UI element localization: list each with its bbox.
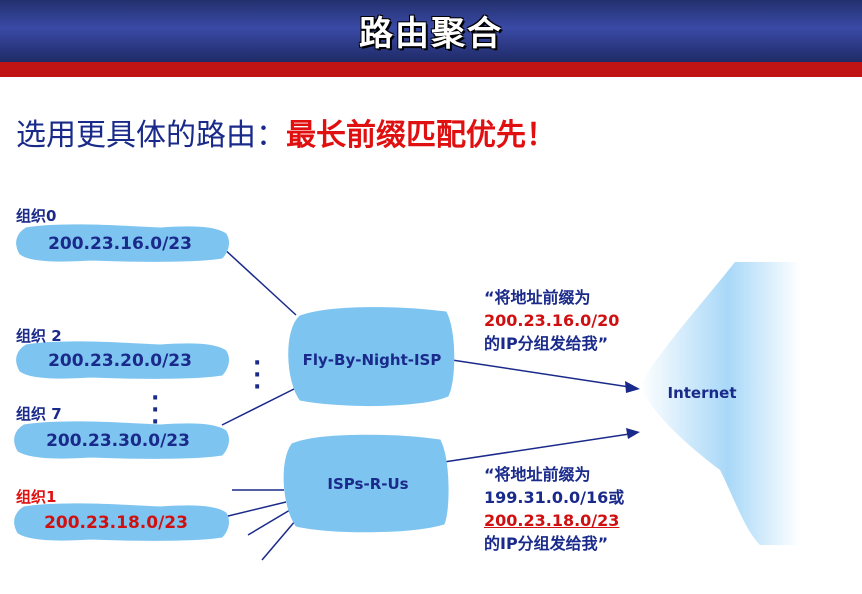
link-org1-rus [223, 501, 287, 518]
link-rus-extra3 [261, 519, 297, 561]
ellipsis-dots-left: · · · [151, 386, 160, 435]
rus-adv-prefix: 200.23.18.0/23 [484, 511, 620, 530]
ellipsis-dots-right: · · · [253, 351, 262, 400]
internet-cloud [640, 262, 800, 545]
org2-label: 组织 2 [16, 327, 62, 345]
fly-isp-label: Fly-By-Night-ISP [302, 351, 442, 369]
internet-label: Internet [667, 384, 737, 402]
fly-advertisement: “将地址前缀为 200.23.16.0/20 的IP分组发给我” [484, 286, 619, 355]
fly-adv-prefix: 200.23.16.0/20 [484, 311, 620, 330]
link-fly-internet [451, 359, 637, 389]
arrowhead-rus [626, 428, 640, 439]
fly-adv-line1: “将地址前缀为 [484, 288, 591, 307]
link-org0-fly [221, 246, 297, 316]
org7-label: 组织 7 [16, 405, 62, 423]
rus-adv-line4: 的IP分组发给我” [484, 534, 609, 553]
org1-prefix: 200.23.18.0/23 [44, 513, 188, 533]
rus-isp-label: ISPs-R-Us [327, 475, 409, 493]
network-diagram [14, 224, 800, 561]
rus-adv-line2: 199.31.0.0/16或 [484, 488, 625, 507]
org2-prefix: 200.23.20.0/23 [48, 351, 192, 371]
org7-prefix: 200.23.30.0/23 [46, 431, 190, 451]
arrowhead-fly [625, 381, 640, 393]
link-rus-internet [443, 432, 637, 463]
rus-advertisement: “将地址前缀为 199.31.0.0/16或 200.23.18.0/23 的I… [484, 463, 624, 555]
org0-label: 组织0 [16, 207, 57, 225]
org1-label: 组织1 [16, 488, 57, 506]
fly-adv-line3: 的IP分组发给我” [484, 334, 609, 353]
org0-prefix: 200.23.16.0/23 [48, 234, 192, 254]
link-rus-extra2 [247, 509, 291, 536]
rus-adv-line1: “将地址前缀为 [484, 465, 591, 484]
